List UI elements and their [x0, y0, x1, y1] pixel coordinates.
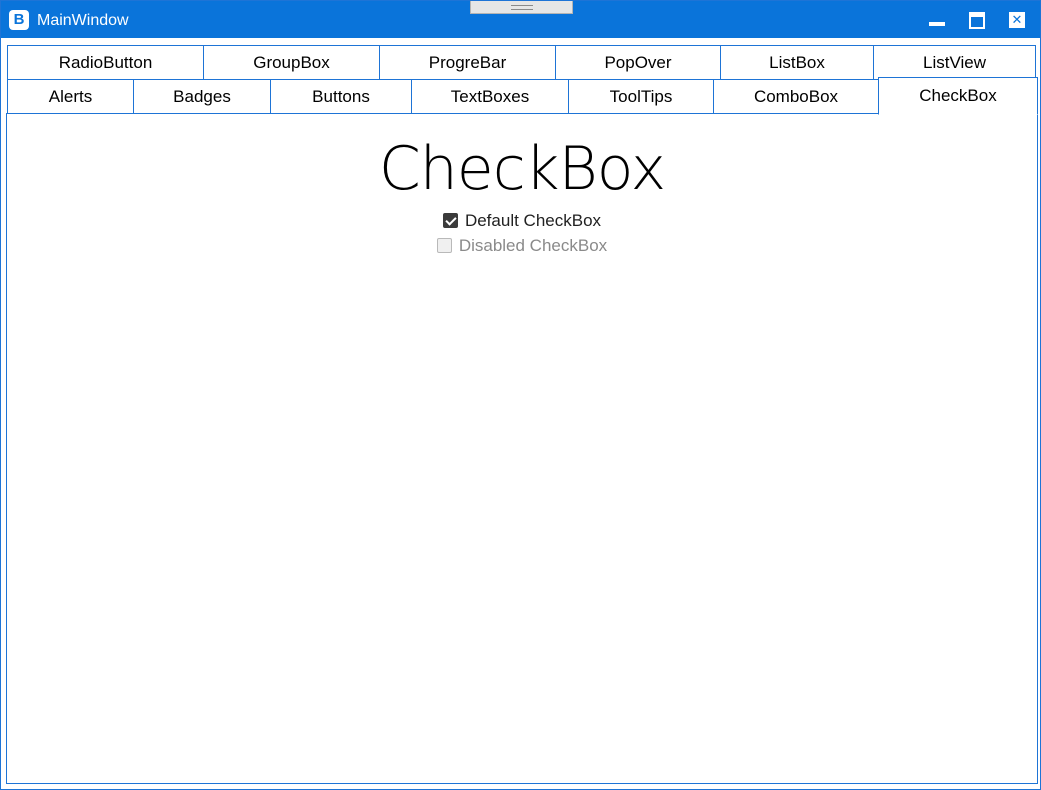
default-checkbox-label: Default CheckBox: [464, 211, 602, 230]
title-bar[interactable]: B MainWindow ✕: [1, 1, 1040, 38]
disabled-checkbox: Disabled CheckBox: [7, 236, 1037, 256]
maximize-button[interactable]: [968, 11, 986, 29]
main-window: B MainWindow ✕ RadioButton GroupBox Prog…: [0, 0, 1041, 790]
tab-combobox[interactable]: ComboBox: [713, 79, 879, 114]
tab-listbox[interactable]: ListBox: [720, 45, 874, 79]
page-title: CheckBox: [378, 134, 666, 204]
drag-grip-handle[interactable]: [470, 1, 573, 14]
tab-alerts[interactable]: Alerts: [7, 79, 134, 114]
checkbox-unchecked-icon: [436, 238, 452, 253]
app-icon: B: [9, 10, 29, 30]
disabled-checkbox-label: Disabled CheckBox: [458, 236, 608, 255]
tab-textboxes[interactable]: TextBoxes: [411, 79, 569, 114]
tab-popover[interactable]: PopOver: [555, 45, 721, 79]
close-button[interactable]: ✕: [1008, 11, 1026, 29]
minimize-button[interactable]: [928, 11, 946, 29]
tab-progrebar[interactable]: ProgreBar: [379, 45, 556, 79]
tab-content-panel: CheckBox Default CheckBox Disabled Check…: [6, 113, 1038, 784]
tab-radiobutton[interactable]: RadioButton: [7, 45, 204, 79]
tab-groupbox[interactable]: GroupBox: [203, 45, 380, 79]
close-icon: ✕: [1011, 12, 1023, 27]
tab-buttons[interactable]: Buttons: [270, 79, 412, 114]
checkbox-checked-icon[interactable]: [442, 213, 458, 228]
default-checkbox[interactable]: Default CheckBox: [7, 211, 1037, 231]
window-title: MainWindow: [37, 12, 129, 29]
tab-tooltips[interactable]: ToolTips: [568, 79, 714, 114]
tab-badges[interactable]: Badges: [133, 79, 271, 114]
tab-listview[interactable]: ListView: [873, 45, 1036, 79]
tab-checkbox[interactable]: CheckBox: [878, 77, 1038, 115]
